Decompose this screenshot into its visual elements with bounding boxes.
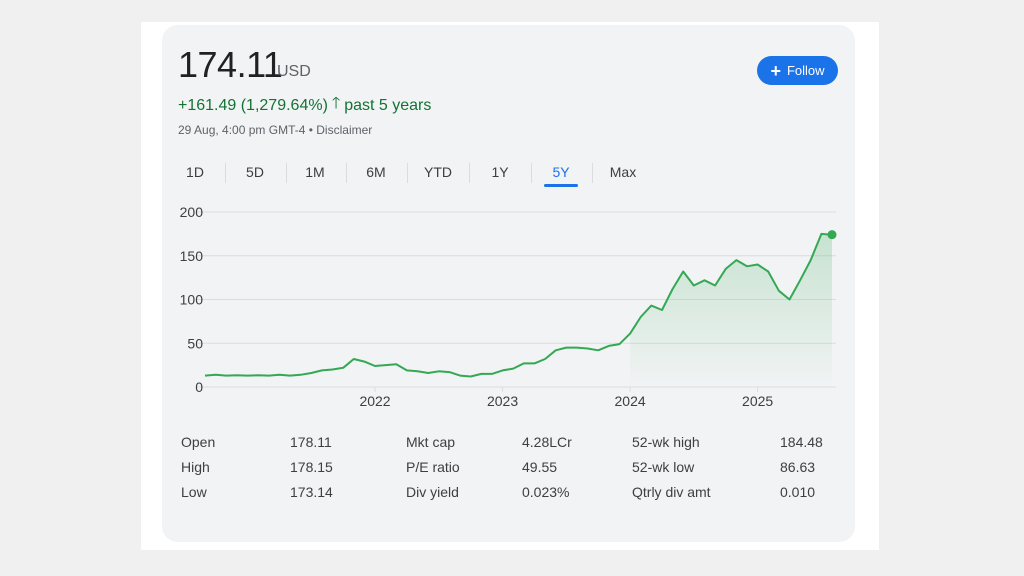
stat-mktcap-value: 4.28LCr <box>522 434 572 450</box>
y-tick-label: 200 <box>180 204 204 220</box>
y-tick-label: 0 <box>195 379 203 395</box>
stat-qtrlydiv-label: Qtrly div amt <box>632 484 711 500</box>
y-tick-label: 50 <box>187 335 203 351</box>
stat-pe-label: P/E ratio <box>406 459 460 475</box>
x-tick-label: 2022 <box>359 393 390 409</box>
stat-low-label: Low <box>181 484 207 500</box>
stat-high-value: 178.15 <box>290 459 333 475</box>
x-tick-label: 2023 <box>487 393 518 409</box>
stat-low-value: 173.14 <box>290 484 333 500</box>
area-fill <box>630 233 832 387</box>
stat-qtrlydiv-value: 0.010 <box>780 484 816 500</box>
y-tick-label: 150 <box>180 248 204 264</box>
stat-mktcap-label: Mkt cap <box>406 434 456 450</box>
stat-pe-value: 49.55 <box>522 459 558 475</box>
stat-52wkhigh-label: 52-wk high <box>632 434 700 450</box>
stat-52wklow-value: 86.63 <box>780 459 816 475</box>
x-tick-label: 2025 <box>742 393 773 409</box>
price-chart: 0 50 100 150 200 2022 2023 2024 2025 <box>180 204 837 409</box>
x-tick-label: 2024 <box>615 393 646 409</box>
stat-open-value: 178.11 <box>290 434 332 450</box>
stat-52wkhigh-value: 184.48 <box>780 434 823 450</box>
current-price-dot <box>827 230 837 240</box>
stat-52wklow-label: 52-wk low <box>632 459 695 475</box>
stat-divyield-value: 0.023% <box>522 484 570 500</box>
stat-open-label: Open <box>181 434 216 450</box>
y-tick-label: 100 <box>180 292 204 308</box>
stat-high-label: High <box>181 459 210 475</box>
stat-divyield-label: Div yield <box>406 484 459 500</box>
